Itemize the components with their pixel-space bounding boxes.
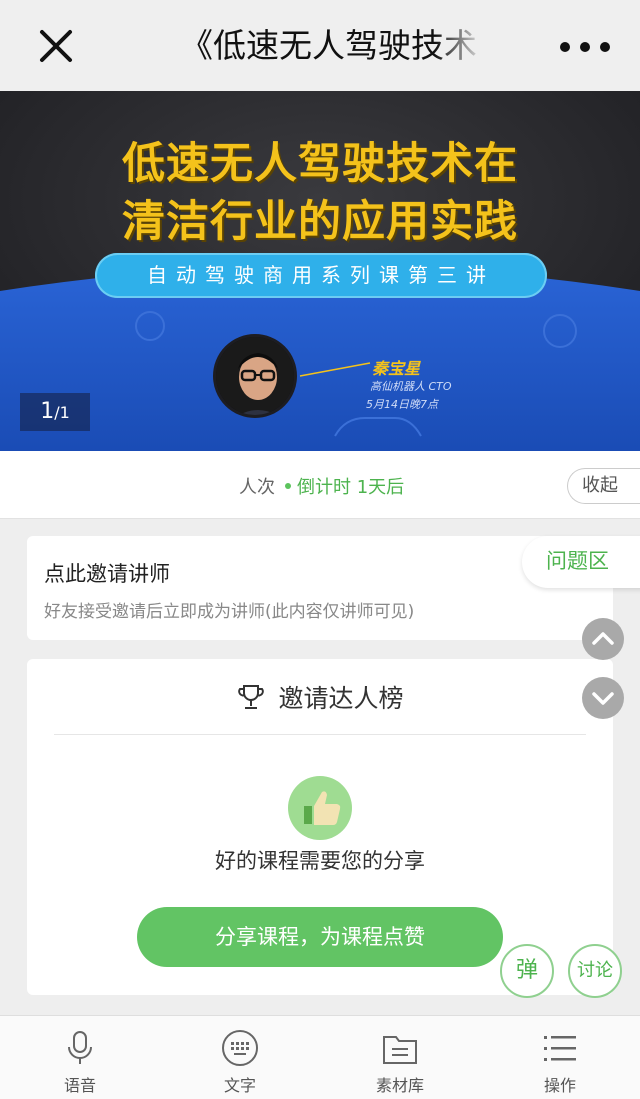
top-bar: 《低速无人驾驶技术 <box>0 0 640 91</box>
list-icon <box>544 1036 576 1061</box>
leaderboard-title: 邀请达人榜 <box>278 684 404 713</box>
speaker-time: 5月14日晚7点 <box>366 398 438 411</box>
chevron-down-icon <box>592 692 614 705</box>
title-fade <box>435 24 485 68</box>
keyboard-icon <box>222 1030 258 1066</box>
folder-icon <box>383 1036 417 1064</box>
speaker-name: 秦宝星 <box>372 359 421 378</box>
page-indicator: 1/1 <box>20 393 90 431</box>
invite-title: 点此邀请讲师 <box>44 562 170 586</box>
tab-actions[interactable]: 操作 <box>480 1016 640 1099</box>
scroll-up-button[interactable] <box>582 618 624 660</box>
status-row: 人次 倒计时 1天后 <box>0 451 640 519</box>
tab-actions-label: 操作 <box>543 1076 576 1095</box>
more-button[interactable] <box>560 38 610 56</box>
divider <box>54 734 586 735</box>
bottom-toolbar: 语音 文字 素材库 操作 <box>0 1015 640 1099</box>
banner-title-line2: 清洁行业的应用实践 <box>122 197 518 247</box>
danmu-button[interactable]: 弹 <box>500 944 554 998</box>
more-icon-dot <box>580 42 590 52</box>
page-title-text: 《低速无人驾驶技术 <box>180 26 477 65</box>
thumbs-up-icon <box>288 776 352 840</box>
close-icon <box>40 30 72 62</box>
banner-title-line1: 低速无人驾驶技术在 <box>122 139 518 189</box>
speaker-org: 高仙机器人 CTO <box>370 380 452 393</box>
tab-materials-label: 素材库 <box>375 1076 424 1095</box>
tab-voice[interactable]: 语音 <box>0 1016 160 1099</box>
share-course-button[interactable]: 分享课程，为课程点赞 <box>137 907 503 967</box>
tab-voice-label: 语音 <box>63 1076 96 1095</box>
banner-series-pill: 自动驾驶商用系列课第三讲 <box>95 253 547 298</box>
page-total: /1 <box>54 403 70 422</box>
scroll-down-button[interactable] <box>582 677 624 719</box>
leaderboard-header: 邀请达人榜 <box>27 679 613 715</box>
discuss-button[interactable]: 讨论 <box>568 944 622 998</box>
status-dot <box>285 483 291 489</box>
trophy-icon <box>238 685 265 709</box>
course-banner[interactable]: 低速无人驾驶技术在 清洁行业的应用实践 自动驾驶商用系列课第三讲 秦宝星 高仙机… <box>0 91 640 451</box>
thumbs-up-glyph <box>304 791 341 825</box>
more-icon <box>560 42 570 52</box>
more-icon-dot <box>600 42 610 52</box>
countdown-text: 倒计时 1天后 <box>297 477 405 498</box>
collapse-button[interactable]: 收起 <box>567 468 640 504</box>
chevron-up-icon <box>592 632 614 645</box>
qa-area-button[interactable]: 问题区 <box>522 536 640 588</box>
page-title: 《低速无人驾驶技术 <box>180 24 485 68</box>
close-button[interactable] <box>36 26 76 66</box>
views-count: 人次 <box>239 477 275 498</box>
invite-subtitle: 好友接受邀请后立即成为讲师(此内容仅讲师可见) <box>44 602 415 622</box>
tab-materials[interactable]: 素材库 <box>320 1016 480 1099</box>
microphone-icon <box>68 1031 92 1064</box>
empty-share-text: 好的课程需要您的分享 <box>215 849 425 873</box>
tab-text[interactable]: 文字 <box>160 1016 320 1099</box>
page-current: 1 <box>40 399 55 424</box>
tab-text-label: 文字 <box>223 1076 256 1095</box>
speaker-avatar <box>213 334 297 418</box>
